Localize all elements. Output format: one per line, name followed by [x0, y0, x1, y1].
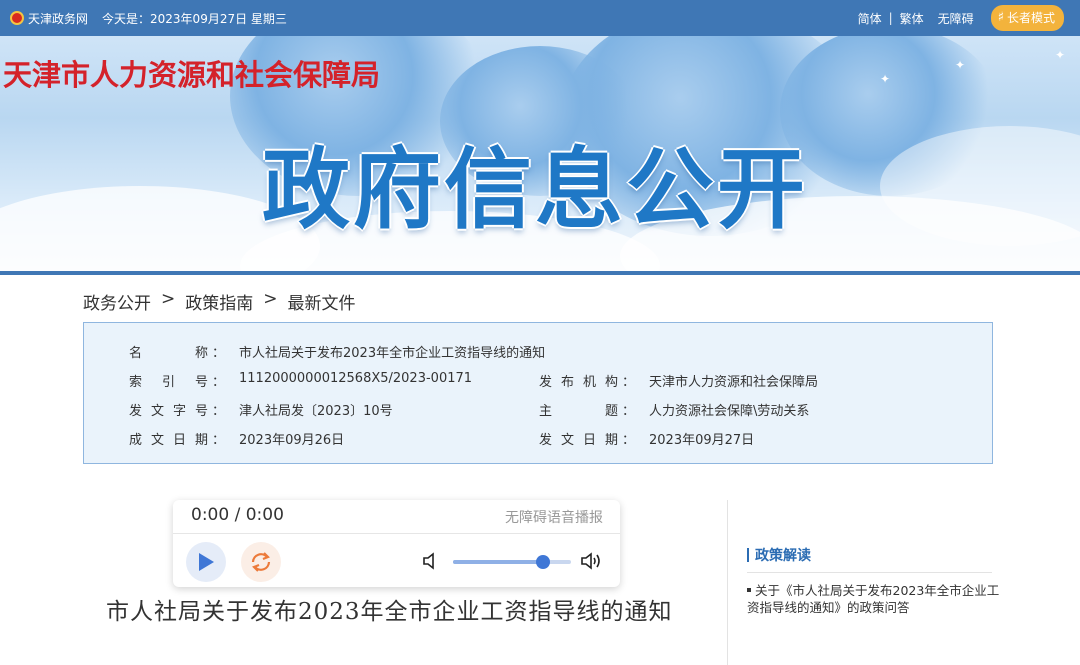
policy-interpretation-heading: 政策解读	[747, 545, 811, 565]
heading-bar	[747, 548, 749, 562]
info-row-publisher: 发布机构： 天津市人力资源和社会保障局	[539, 371, 818, 390]
policy-qa-link[interactable]: 关于《市人社局关于发布2023年全市企业工资指导线的通知》的政策问答	[747, 582, 1005, 616]
info-label: 索引号：	[129, 375, 225, 390]
info-label: 名 称：	[129, 342, 225, 361]
elder-walking-icon: ♯	[997, 10, 1004, 25]
breadcrumb-item-policy-guide[interactable]: 政策指南	[185, 289, 253, 314]
bird-icon: ✦	[1055, 48, 1066, 62]
page-title: 政府信息公开	[262, 138, 809, 241]
national-emblem-icon	[10, 11, 24, 25]
site-name-link[interactable]: 天津政务网	[28, 10, 88, 27]
breadcrumb-arrow: >	[161, 289, 176, 309]
audio-time: 0:00 / 0:00	[191, 505, 284, 525]
date-text: 今天是：2023年09月27日 星期三	[102, 11, 287, 26]
info-index-value: 1112000000012568X5/2023-00171	[239, 371, 473, 386]
volume-slider[interactable]	[453, 555, 571, 569]
label-char: 称：	[194, 346, 225, 361]
player-divider	[173, 533, 620, 534]
top-bar: 天津政务网 今天是：2023年09月27日 星期三 简体 | 繁体 无障碍 ♯ …	[0, 0, 1080, 36]
breadcrumb-arrow: >	[263, 289, 278, 309]
column-divider	[727, 500, 728, 665]
bird-icon: ✦	[880, 72, 891, 86]
document-info-box: 名 称： 市人社局关于发布2023年全市企业工资指导线的通知 索引号： 11120…	[83, 322, 993, 464]
info-topic-value: 人力资源社会保障\劳动关系	[649, 404, 810, 419]
volume-high-icon[interactable]	[580, 551, 604, 575]
label-char: 名	[129, 346, 143, 361]
elder-mode-label: 长者模式	[1006, 11, 1055, 25]
volume-fill	[453, 560, 543, 564]
info-row-index: 索引号： 1112000000012568X5/2023-00171	[129, 371, 472, 390]
accessibility-link[interactable]: 无障碍	[931, 10, 981, 27]
policy-qa-link-text: 关于《市人社局关于发布2023年全市企业工资指导线的通知》的政策问答	[747, 583, 1000, 615]
info-written-date-value: 2023年09月26日	[239, 433, 345, 448]
info-label: 发布机构：	[539, 375, 635, 390]
breadcrumb: 政务公开 > 政策指南 > 最新文件	[83, 289, 356, 314]
replay-button[interactable]	[241, 542, 281, 582]
elder-mode-button[interactable]: ♯ 长者模式	[990, 5, 1064, 31]
play-button[interactable]	[186, 542, 226, 582]
breadcrumb-item-latest-docs[interactable]: 最新文件	[288, 289, 356, 314]
info-label: 发文日期：	[539, 433, 635, 448]
info-label: 成文日期：	[129, 433, 225, 448]
info-name-value: 市人社局关于发布2023年全市企业工资指导线的通知	[239, 346, 546, 361]
info-row-doc-no: 发文字号： 津人社局发〔2023〕10号	[129, 400, 393, 419]
bird-icon: ✦	[955, 58, 966, 72]
info-label: 主题：	[539, 404, 635, 419]
info-issued-date-value: 2023年09月27日	[649, 433, 755, 448]
audio-player: 0:00 / 0:00 无障碍语音播报	[173, 500, 620, 587]
play-icon	[199, 553, 214, 571]
volume-low-icon[interactable]	[422, 552, 438, 574]
info-row-topic: 主题： 人力资源社会保障\劳动关系	[539, 400, 809, 419]
top-bar-left: 天津政务网 今天是：2023年09月27日 星期三	[10, 0, 287, 36]
traditional-chinese-link[interactable]: 繁体	[893, 10, 931, 27]
info-label: 发文字号：	[129, 404, 225, 419]
policy-interpretation-label: 政策解读	[755, 548, 811, 564]
separator: |	[888, 11, 893, 25]
info-row-name: 名 称： 市人社局关于发布2023年全市企业工资指导线的通知	[129, 342, 545, 361]
volume-knob[interactable]	[535, 555, 550, 569]
banner-divider	[0, 271, 1080, 275]
simplified-chinese-link[interactable]: 简体	[851, 10, 889, 27]
header-banner: ✦ ✦ ✦ 天津市人力资源和社会保障局 政府信息公开	[0, 36, 1080, 271]
bureau-title: 天津市人力资源和社会保障局	[3, 58, 381, 92]
top-bar-right: 简体 | 繁体 无障碍 ♯ 长者模式	[851, 0, 1064, 36]
info-row-issued-date: 发文日期： 2023年09月27日	[539, 429, 754, 448]
info-publisher-value: 天津市人力资源和社会保障局	[649, 375, 819, 390]
breadcrumb-item-gov-affairs[interactable]: 政务公开	[83, 289, 151, 314]
sidebar-divider	[747, 572, 992, 573]
replay-icon	[251, 552, 271, 572]
tts-label: 无障碍语音播报	[505, 510, 603, 526]
bullet-icon	[747, 588, 751, 592]
document-title: 市人社局关于发布2023年全市企业工资指导线的通知	[106, 599, 673, 625]
info-doc-no-value: 津人社局发〔2023〕10号	[239, 404, 393, 419]
info-row-written-date: 成文日期： 2023年09月26日	[129, 429, 344, 448]
